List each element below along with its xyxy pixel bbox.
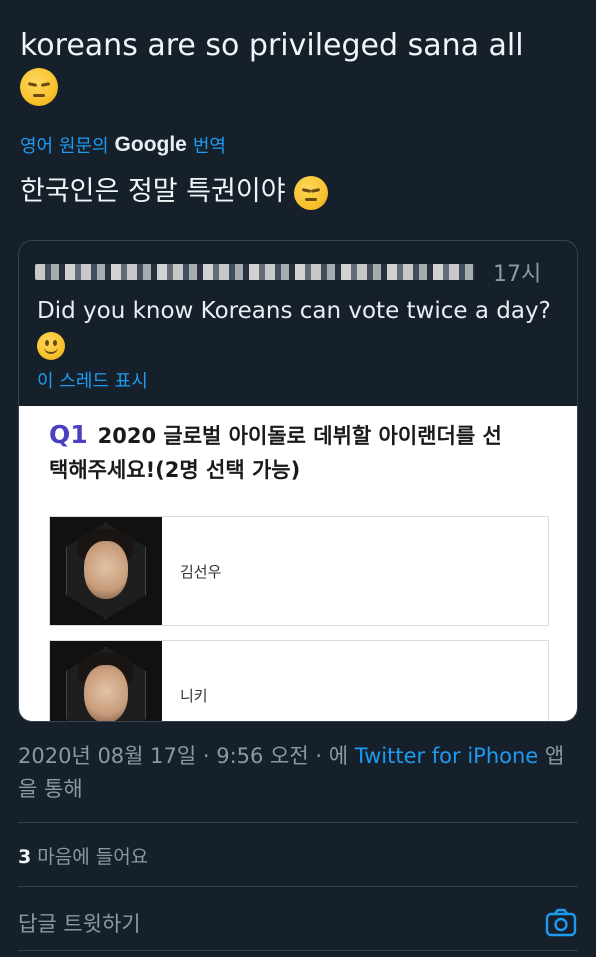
camera-icon[interactable] xyxy=(544,906,578,940)
quoted-tweet-header: 17시 xyxy=(35,259,563,287)
candidate-name: 니키 xyxy=(180,687,208,705)
translation-prefix: 영어 원문의 xyxy=(20,136,109,157)
divider xyxy=(18,950,578,951)
likes-count: 3 xyxy=(18,846,32,868)
candidate-photo xyxy=(50,641,162,721)
poll-question-text: 2020 글로벌 아이돌로 데뷔할 아이랜더를 선택해주세요!(2명 선택 가능… xyxy=(49,424,502,482)
translation-attribution[interactable]: 영어 원문의 Google 번역 xyxy=(20,132,226,158)
tweet-text: koreans are so privileged sana all xyxy=(20,26,580,106)
tweet-timestamp: 2020년 08월 17일 · 9:56 오전 · 에 Twitter for … xyxy=(18,740,578,806)
likes-row[interactable]: 3 마음에 들어요 xyxy=(18,842,148,869)
divider xyxy=(18,886,578,887)
translation-body: 한국인은 정말 특권이야 xyxy=(20,176,286,207)
tweet-body: koreans are so privileged sana all xyxy=(20,28,524,63)
candidate-card: 니키 xyxy=(49,640,549,721)
poll-question: Q1 2020 글로벌 아이돌로 데뷔할 아이랜더를 선택해주세요!(2명 선택 … xyxy=(49,418,519,487)
candidate-photo xyxy=(50,517,162,625)
translated-text: 한국인은 정말 특권이야 xyxy=(20,172,329,212)
show-thread-link[interactable]: 이 스레드 표시 xyxy=(37,367,148,393)
poll-screenshot-image[interactable]: Q1 2020 글로벌 아이돌로 데뷔할 아이랜더를 선택해주세요!(2명 선택 … xyxy=(19,406,577,721)
pixelated-author-name xyxy=(35,264,475,280)
candidate-name: 김선우 xyxy=(180,563,222,581)
divider xyxy=(18,822,578,823)
quoted-tweet-time: 17시 xyxy=(493,262,542,287)
reply-input[interactable]: 답글 트윗하기 xyxy=(18,908,141,938)
candidate-card: 김선우 xyxy=(49,516,549,626)
tweet-source-link[interactable]: Twitter for iPhone xyxy=(355,744,539,768)
reply-bar: 답글 트윗하기 xyxy=(18,900,578,946)
pensive-face-emoji-icon xyxy=(294,175,329,210)
quoted-tweet-card[interactable]: 17시 Did you know Koreans can vote twice … xyxy=(18,240,578,722)
quoted-tweet-body: Did you know Koreans can vote twice a da… xyxy=(37,298,551,324)
slightly-smiling-face-emoji-icon xyxy=(37,331,65,360)
pensive-face-emoji-icon xyxy=(20,67,58,106)
translation-suffix: 번역 xyxy=(192,136,226,157)
quoted-tweet-text: Did you know Koreans can vote twice a da… xyxy=(37,295,557,360)
likes-label: 마음에 들어요 xyxy=(37,846,149,868)
google-logo: Google xyxy=(114,133,187,156)
poll-question-number: Q1 xyxy=(49,420,88,449)
timestamp-text: 2020년 08월 17일 · 9:56 오전 · 에 xyxy=(18,744,349,768)
